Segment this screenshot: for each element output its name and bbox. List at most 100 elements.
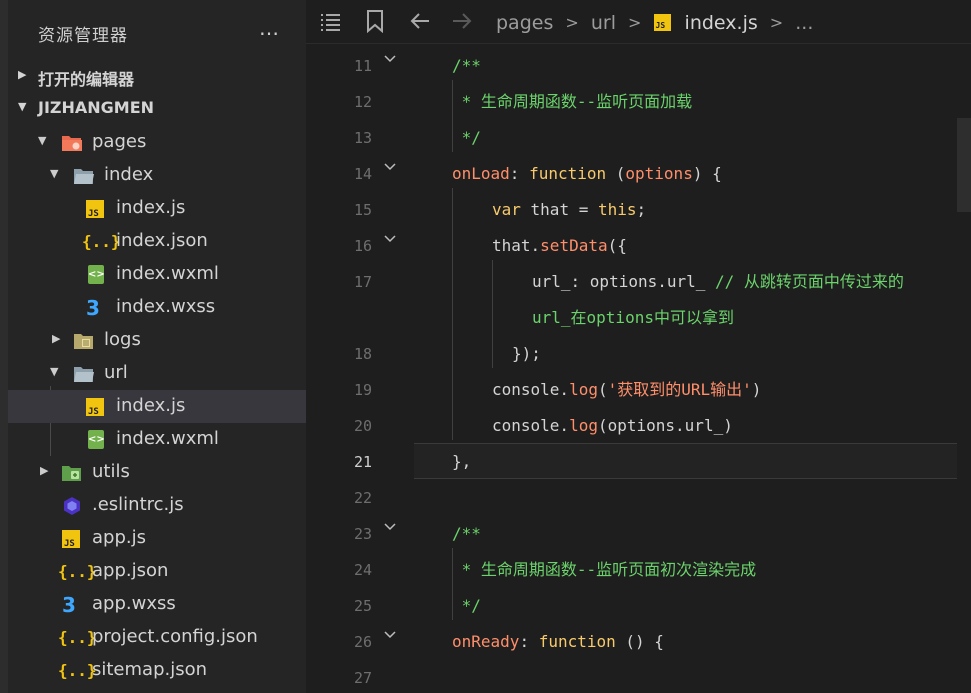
breadcrumb-item[interactable]: ... (795, 12, 813, 34)
tree-item-label: app.wxss (92, 593, 176, 614)
breadcrumb-item[interactable]: url (591, 12, 616, 34)
open-editors-section[interactable]: ▶ 打开的编辑器 (8, 60, 306, 92)
tree-item-label: logs (104, 329, 141, 350)
fold-chevron-icon[interactable] (384, 521, 396, 533)
tree-item-index-wxss[interactable]: 3 index.wxss (8, 291, 306, 324)
punct-token: ; (636, 200, 647, 219)
tree-item-label: index.json (116, 230, 208, 251)
method-name-token: log (569, 416, 598, 435)
tree-item-url-folder[interactable]: ▼ url (8, 357, 306, 390)
line-number: 27 (353, 669, 372, 687)
line-number: 19 (353, 381, 372, 399)
code-editor: pages > url > JS index.js > ... 11 12 13… (306, 0, 971, 693)
folder-pages-icon (61, 132, 83, 154)
code-line: */ (452, 588, 971, 624)
tree-item-label: index.wxml (116, 428, 219, 449)
method-name-token: setData (540, 236, 608, 255)
line-number: 11 (353, 57, 372, 75)
breadcrumb-item[interactable]: index.js (685, 12, 758, 34)
code-token: that. (492, 236, 541, 255)
list-icon[interactable] (318, 9, 342, 35)
back-arrow-icon[interactable] (408, 9, 432, 35)
more-actions-icon[interactable]: … (259, 16, 280, 40)
method-name-token: onReady (452, 632, 520, 651)
folder-open-icon (73, 165, 95, 187)
tree-item-index-wxml[interactable]: <> index.wxml (8, 258, 306, 291)
code-line: that.setData({ (492, 228, 971, 264)
comment-token: /** (452, 56, 481, 75)
tree-item-index-folder[interactable]: ▼ index (8, 159, 306, 192)
chevron-down-icon: ▼ (50, 167, 59, 180)
string-token: '获取到的URL输出' (607, 380, 752, 399)
code-line: /** (452, 48, 971, 84)
forward-arrow-icon[interactable] (450, 9, 474, 35)
code-token: options.url_ (607, 416, 724, 435)
keyword-token: function (529, 164, 607, 183)
fold-chevron-icon[interactable] (384, 233, 396, 245)
param-token: options (625, 164, 693, 183)
line-number: 24 (353, 561, 372, 579)
chevron-down-icon: ▼ (38, 134, 47, 147)
punct-token: : (509, 164, 530, 183)
comment-token: */ (452, 128, 481, 147)
wxml-file-icon: <> (88, 265, 105, 284)
json-file-icon: {..} (58, 661, 97, 680)
fold-chevron-icon[interactable] (384, 53, 396, 65)
folder-icon (73, 330, 95, 352)
bookmark-icon[interactable] (364, 9, 386, 35)
breadcrumb-item[interactable]: pages (496, 12, 553, 34)
code-line: onReady: function () { (452, 624, 971, 660)
breadcrumb: pages > url > JS index.js > ... (496, 11, 813, 34)
tree-item-index-js[interactable]: JS index.js (8, 192, 306, 225)
tree-item-label: project.config.json (92, 626, 258, 647)
tree-item-eslintrc[interactable]: .eslintrc.js (8, 489, 306, 522)
tree-item-sitemap[interactable]: {..} sitemap.json (8, 654, 306, 687)
tree-item-app-json[interactable]: {..} app.json (8, 555, 306, 588)
folder-utils-icon (61, 462, 83, 484)
project-section[interactable]: ▼ JIZHANGMEN (8, 92, 306, 124)
code-token: that = (520, 200, 598, 219)
breadcrumb-separator: > (628, 13, 642, 32)
js-file-icon: JS (86, 398, 104, 417)
code-area[interactable]: /** * 生命周期函数--监听页面加载 */ onLoad: function… (414, 44, 971, 693)
tree-item-utils[interactable]: ▶ utils (8, 456, 306, 489)
tree-item-project-config[interactable]: {..} project.config.json (8, 621, 306, 654)
comment-token: * 生命周期函数--监听页面初次渲染完成 (452, 560, 757, 579)
tree-item-app-js[interactable]: JS app.js (8, 522, 306, 555)
tree-item-label: sitemap.json (92, 659, 208, 680)
chevron-down-icon: ▼ (18, 100, 27, 113)
project-label: JIZHANGMEN (38, 98, 155, 117)
punct-token: }); (512, 344, 541, 363)
punct-token: ( (606, 164, 626, 183)
tree-item-label: app.js (92, 527, 146, 548)
js-file-icon: JS (62, 530, 80, 549)
tree-item-app-wxss[interactable]: 3 app.wxss (8, 588, 306, 621)
line-number: 12 (353, 93, 372, 111)
wxml-file-icon: <> (88, 430, 105, 449)
line-number: 25 (353, 597, 372, 615)
tree-item-url-index-js[interactable]: JS index.js (8, 390, 306, 423)
wxss-file-icon: 3 (62, 593, 76, 617)
tree-item-index-json[interactable]: {..} index.json (8, 225, 306, 258)
editor-toolbar: pages > url > JS index.js > ... (306, 0, 971, 44)
tree-item-label: index.js (116, 197, 186, 218)
punct-token: () { (615, 632, 664, 651)
code-line: * 生命周期函数--监听页面加载 (452, 84, 971, 120)
chevron-down-icon: ▼ (50, 365, 59, 378)
punct-token: ) { (692, 164, 722, 183)
comment-token: // 从跳转页面中传过来的 (715, 272, 904, 291)
tree-item-logs[interactable]: ▶ logs (8, 324, 306, 357)
line-number: 13 (353, 129, 372, 147)
tree-item-url-index-wxml[interactable]: <> index.wxml (8, 423, 306, 456)
scrollbar-thumb[interactable] (957, 118, 971, 212)
fold-chevron-icon[interactable] (384, 161, 396, 173)
tree-item-label: index.wxml (116, 263, 219, 284)
tree-item-pages[interactable]: ▼ pages (8, 126, 306, 159)
code-token: console. (492, 416, 570, 435)
code-token: console. (492, 380, 570, 399)
line-number: 20 (353, 417, 372, 435)
code-line: var that = this; (492, 192, 971, 228)
fold-chevron-icon[interactable] (384, 629, 396, 641)
punct-token: ( (597, 416, 608, 435)
code-line: */ (452, 120, 971, 156)
